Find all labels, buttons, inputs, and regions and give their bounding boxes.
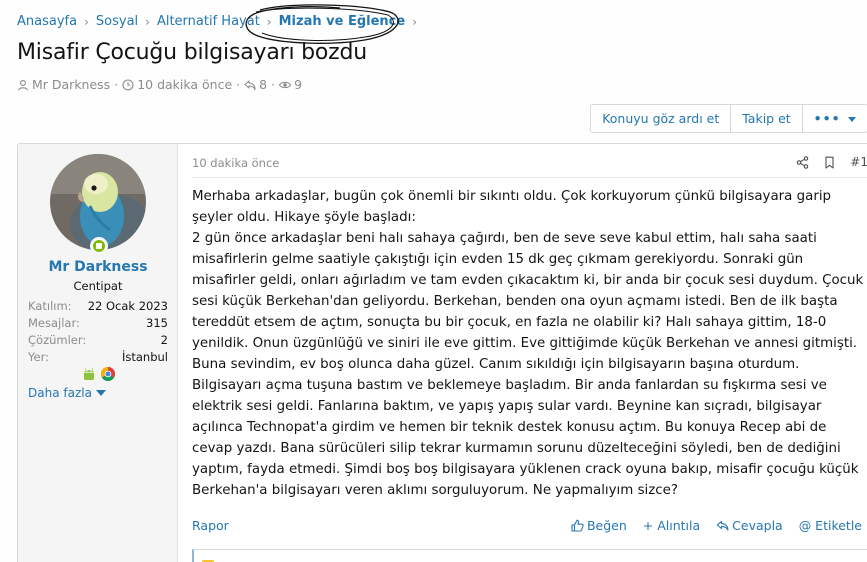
reply-count: 8 bbox=[259, 77, 268, 92]
reply-button[interactable]: Cevapla bbox=[716, 518, 783, 533]
meta-separator: · bbox=[271, 77, 276, 92]
views-meta: 9 bbox=[279, 77, 302, 92]
android-icon bbox=[84, 368, 94, 380]
reply-icon bbox=[244, 79, 256, 90]
thread-title: Misafir Çocuğu bilgisayarı bozdu bbox=[17, 40, 368, 65]
reply-icon bbox=[716, 520, 729, 531]
user-more-label: Daha fazla bbox=[28, 386, 92, 400]
stat-solutions: Çözümler: 2 bbox=[28, 332, 168, 349]
post-paragraph: Merhaba arkadaşlar, bugün çok önemli bir… bbox=[192, 189, 832, 225]
post: Mr Darkness Centipat Katılım: 22 Ocak 20… bbox=[17, 143, 867, 562]
more-dots-icon: ••• bbox=[813, 111, 841, 126]
stat-value: 22 Ocak 2023 bbox=[87, 299, 168, 313]
view-count: 9 bbox=[294, 77, 303, 92]
author-name: Mr Darkness bbox=[32, 77, 111, 92]
breadcrumb: Anasayfa › Sosyal › Alternatif Hayat › M… bbox=[17, 14, 424, 29]
stat-label: Yer: bbox=[28, 350, 49, 364]
follow-thread-button[interactable]: Takip et bbox=[731, 105, 803, 132]
bookmark-icon[interactable] bbox=[823, 156, 836, 169]
thumbs-up-icon bbox=[571, 519, 584, 532]
author-meta[interactable]: Mr Darkness bbox=[17, 77, 110, 92]
user-more-toggle[interactable]: Daha fazla bbox=[28, 386, 106, 400]
breadcrumb-home[interactable]: Anasayfa bbox=[17, 14, 77, 29]
breadcrumb-humor[interactable]: Mizah ve Eğlence bbox=[279, 14, 406, 29]
post-tools: #1 bbox=[796, 155, 867, 169]
quote-button[interactable]: + Alıntıla bbox=[643, 518, 700, 533]
post-username[interactable]: Mr Darkness bbox=[18, 259, 178, 275]
breadcrumb-social[interactable]: Sosyal bbox=[96, 14, 138, 29]
stat-value[interactable]: İstanbul bbox=[122, 349, 168, 366]
stat-label: Mesajlar: bbox=[28, 316, 80, 330]
thread-meta: Mr Darkness · 10 dakika önce · 8 · 9 bbox=[17, 77, 302, 92]
chevron-right-icon: › bbox=[412, 14, 417, 29]
online-status-indicator bbox=[90, 237, 108, 255]
stat-label: Katılım: bbox=[28, 299, 72, 313]
report-button[interactable]: Rapor bbox=[192, 518, 229, 533]
chevron-right-icon: › bbox=[266, 14, 272, 29]
chevron-right-icon: › bbox=[145, 14, 150, 29]
stat-messages: Mesajlar: 315 bbox=[28, 315, 168, 332]
replies-meta: 8 bbox=[244, 77, 267, 92]
meta-separator: · bbox=[236, 77, 241, 92]
like-button[interactable]: Beğen bbox=[571, 518, 627, 533]
post-number[interactable]: #1 bbox=[850, 155, 867, 169]
meta-separator: · bbox=[114, 77, 119, 92]
chrome-icon bbox=[101, 367, 115, 381]
next-post-preview bbox=[192, 549, 867, 562]
avatar[interactable] bbox=[50, 154, 146, 250]
post-paragraph: 2 gün önce arkadaşlar beni halı sahaya ç… bbox=[192, 231, 864, 498]
post-divider bbox=[192, 177, 867, 178]
caret-down-icon bbox=[848, 117, 856, 122]
stat-value: 2 bbox=[160, 333, 168, 347]
post-actions: Beğen + Alıntıla Cevapla @ Etiketle bbox=[571, 518, 862, 533]
stat-label: Çözümler: bbox=[28, 333, 87, 347]
reply-label: Cevapla bbox=[732, 518, 783, 533]
share-icon[interactable] bbox=[796, 155, 809, 169]
online-icon bbox=[93, 240, 105, 252]
stat-joined: Katılım: 22 Ocak 2023 bbox=[28, 298, 168, 315]
thread-time: 10 dakika önce bbox=[137, 77, 233, 92]
breadcrumb-alternative-life[interactable]: Alternatif Hayat bbox=[157, 14, 260, 29]
post-header: 10 dakika önce #1 bbox=[192, 155, 867, 172]
more-options-button[interactable]: ••• bbox=[803, 105, 867, 132]
user-icon bbox=[17, 79, 29, 90]
user-stats: Katılım: 22 Ocak 2023 Mesajlar: 315 Çözü… bbox=[28, 298, 168, 366]
post-footer: Rapor Beğen + Alıntıla Cevapla @ Etiketl… bbox=[192, 518, 867, 536]
thread-action-bar: Konuyu göz ardı et Takip et ••• bbox=[590, 104, 867, 133]
caret-down-icon bbox=[95, 390, 106, 396]
eye-icon bbox=[279, 81, 292, 88]
time-meta[interactable]: 10 dakika önce bbox=[122, 77, 232, 92]
chevron-right-icon: › bbox=[84, 14, 89, 29]
clock-icon bbox=[122, 78, 134, 91]
post-time[interactable]: 10 dakika önce bbox=[192, 156, 279, 170]
like-label: Beğen bbox=[586, 518, 627, 533]
post-body: Merhaba arkadaşlar, bugün çok önemli bir… bbox=[192, 186, 866, 501]
post-user-panel: Mr Darkness Centipat Katılım: 22 Ocak 20… bbox=[18, 144, 178, 562]
ignore-thread-button[interactable]: Konuyu göz ardı et bbox=[591, 105, 732, 132]
parrot-avatar-image bbox=[50, 154, 146, 250]
stat-value[interactable]: 315 bbox=[146, 315, 168, 332]
device-icons bbox=[81, 366, 116, 382]
mention-button[interactable]: @ Etiketle bbox=[799, 518, 862, 533]
user-title: Centipat bbox=[73, 279, 123, 293]
stat-location: Yer: İstanbul bbox=[28, 349, 168, 366]
